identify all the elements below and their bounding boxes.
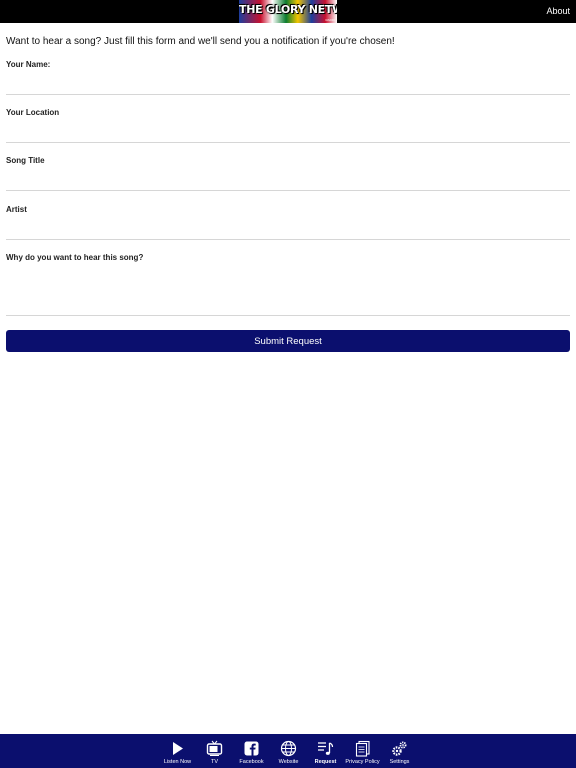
song-title-field: Song Title <box>6 156 570 191</box>
song-title-input[interactable] <box>6 167 570 189</box>
intro-text: Want to hear a song? Just fill this form… <box>6 36 395 47</box>
logo-subtext: RADIO <box>325 18 335 22</box>
top-bar: THE GLORY NETWORK RADIO About <box>0 0 576 23</box>
artist-input[interactable] <box>6 216 570 238</box>
reason-textarea[interactable] <box>6 265 570 311</box>
location-label: Your Location <box>6 108 60 117</box>
name-input[interactable] <box>6 71 570 93</box>
gears-icon <box>392 741 407 756</box>
bottom-tab-bar: Listen Now TV Facebook Website Request P… <box>0 734 576 768</box>
globe-icon <box>280 740 297 757</box>
location-field: Your Location <box>6 108 570 143</box>
location-input[interactable] <box>6 119 570 141</box>
name-field: Your Name: <box>6 60 570 95</box>
glory-network-logo: THE GLORY NETWORK RADIO <box>239 0 337 23</box>
reason-field: Why do you want to hear this song? <box>6 253 570 316</box>
music-list-icon <box>318 742 334 755</box>
logo-text: THE GLORY NETWORK <box>239 3 337 16</box>
submit-request-button[interactable]: Submit Request <box>6 330 570 352</box>
tab-settings[interactable]: Settings <box>381 734 418 768</box>
song-title-label: Song Title <box>6 156 45 165</box>
play-icon <box>173 742 183 755</box>
artist-field: Artist <box>6 205 570 240</box>
reason-label: Why do you want to hear this song? <box>6 253 144 262</box>
tv-icon <box>206 740 223 756</box>
facebook-icon <box>244 741 259 756</box>
name-label: Your Name: <box>6 60 51 69</box>
artist-label: Artist <box>6 205 27 214</box>
tab-label-settings: Settings <box>389 759 410 765</box>
about-button[interactable]: About <box>546 6 570 16</box>
document-icon <box>355 740 370 757</box>
